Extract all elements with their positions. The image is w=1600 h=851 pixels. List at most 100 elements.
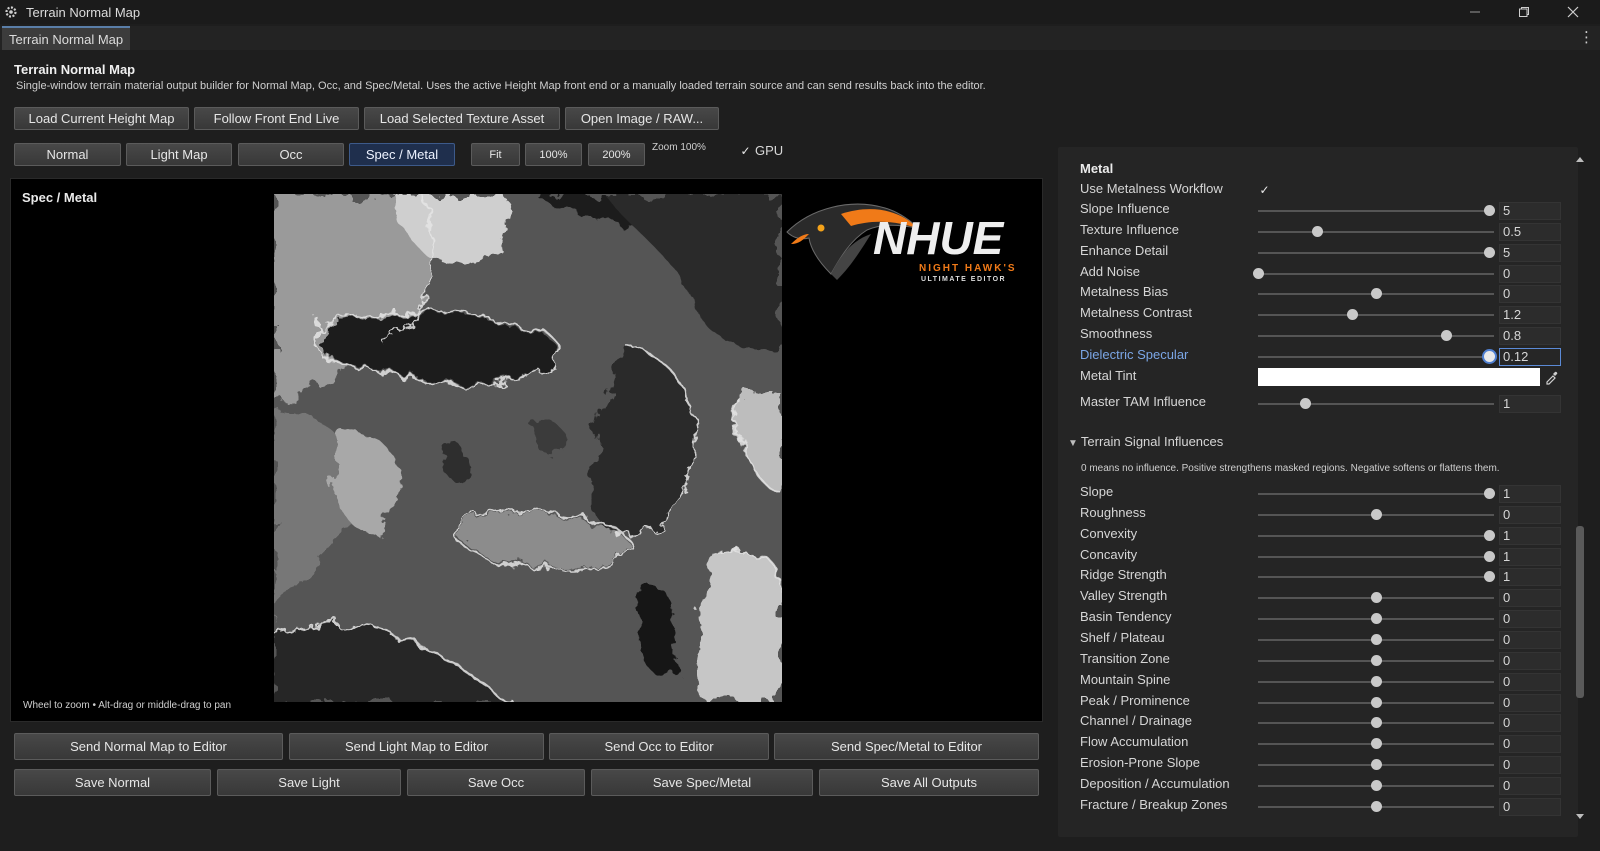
mountain-spine-slider-thumb[interactable] [1370, 675, 1382, 687]
logo-text: NHUE [873, 212, 1005, 264]
basin-tendency-value-field[interactable]: 0 [1499, 610, 1561, 629]
slope-influence-value-field[interactable]: 5 [1499, 202, 1561, 220]
slope-value-field[interactable]: 1 [1499, 485, 1561, 503]
tab-normal[interactable]: Normal [14, 143, 121, 166]
convexity-slider-thumb[interactable] [1483, 529, 1495, 541]
master-tam-influence-value-field[interactable]: 1 [1499, 395, 1561, 413]
save-light-button[interactable]: Save Light [217, 769, 401, 796]
eyedropper-icon[interactable] [1544, 369, 1560, 385]
follow-front-end-live-button[interactable]: Follow Front End Live [194, 107, 359, 130]
deposition-accumulation-value-field[interactable]: 0 [1499, 776, 1561, 795]
peak-prominence-slider-thumb[interactable] [1370, 696, 1382, 708]
slope-slider[interactable] [1258, 493, 1494, 495]
slope-influence-slider-thumb[interactable] [1483, 205, 1495, 216]
metal-tint-swatch[interactable] [1258, 368, 1540, 386]
metalness-contrast-label: Metalness Contrast [1080, 305, 1192, 321]
add-noise-slider-thumb[interactable] [1252, 267, 1264, 279]
channel-drainage-value-field[interactable]: 0 [1499, 714, 1561, 733]
slope-slider-thumb[interactable] [1483, 488, 1495, 499]
properties-scrollbar[interactable] [1574, 150, 1586, 826]
fracture-breakup-zones-value-field[interactable]: 0 [1499, 797, 1561, 816]
transition-zone-label: Transition Zone [1080, 650, 1170, 666]
transition-zone-slider-thumb[interactable] [1370, 654, 1382, 666]
send-normal-map-button[interactable]: Send Normal Map to Editor [14, 733, 283, 760]
add-noise-slider[interactable] [1258, 272, 1494, 275]
mountain-spine-label: Mountain Spine [1080, 671, 1171, 687]
save-normal-button[interactable]: Save Normal [14, 769, 211, 796]
minimize-icon[interactable] [1452, 0, 1498, 24]
save-all-outputs-button[interactable]: Save All Outputs [819, 769, 1039, 796]
metalness-bias-label: Metalness Bias [1080, 284, 1169, 300]
deposition-accumulation-label: Deposition / Accumulation [1080, 775, 1230, 791]
save-occ-button[interactable]: Save Occ [407, 769, 585, 796]
tab-spec-metal[interactable]: Spec / Metal [349, 143, 455, 166]
terrain-signal-influences-header[interactable]: ▼ Terrain Signal Influences [1068, 434, 1223, 449]
convexity-value-field[interactable]: 1 [1499, 526, 1561, 545]
master-tam-influence-slider-thumb[interactable] [1299, 398, 1311, 409]
metalness-contrast-slider[interactable] [1258, 314, 1494, 317]
convexity-slider[interactable] [1258, 534, 1494, 537]
close-icon[interactable] [1550, 0, 1596, 24]
channel-drainage-slider-thumb[interactable] [1370, 717, 1382, 729]
erosion-prone-slope-value-field[interactable]: 0 [1499, 756, 1561, 775]
metalness-bias-slider-thumb[interactable] [1370, 288, 1382, 300]
dielectric-specular-slider[interactable] [1258, 355, 1494, 358]
roughness-slider-thumb[interactable] [1370, 508, 1382, 520]
smoothness-value-field[interactable]: 0.8 [1499, 327, 1561, 346]
smoothness-slider[interactable] [1258, 335, 1494, 338]
send-spec-metal-button[interactable]: Send Spec/Metal to Editor [774, 733, 1039, 760]
send-occ-button[interactable]: Send Occ to Editor [549, 733, 769, 760]
peak-prominence-value-field[interactable]: 0 [1499, 693, 1561, 712]
erosion-prone-slope-slider-thumb[interactable] [1370, 759, 1382, 771]
dielectric-specular-value-field[interactable]: 0.12 [1499, 347, 1561, 366]
texture-influence-slider-thumb[interactable] [1311, 225, 1323, 237]
save-spec-metal-button[interactable]: Save Spec/Metal [591, 769, 813, 796]
tab-terrain-normal-map[interactable]: Terrain Normal Map [2, 26, 131, 50]
valley-strength-value-field[interactable]: 0 [1499, 589, 1561, 608]
tab-light-map[interactable]: Light Map [126, 143, 232, 166]
send-light-map-button[interactable]: Send Light Map to Editor [289, 733, 544, 760]
metalness-workflow-checkbox[interactable]: ✓ [1258, 183, 1271, 197]
flow-accumulation-slider-thumb[interactable] [1370, 738, 1382, 750]
slope-influence-slider[interactable] [1258, 210, 1494, 212]
flow-accumulation-value-field[interactable]: 0 [1499, 735, 1561, 754]
basin-tendency-slider-thumb[interactable] [1370, 613, 1382, 625]
shelf-plateau-slider-thumb[interactable] [1370, 633, 1382, 645]
slope-influence-label: Slope Influence [1080, 201, 1170, 216]
add-noise-value-field[interactable]: 0 [1499, 264, 1561, 283]
mountain-spine-value-field[interactable]: 0 [1499, 672, 1561, 691]
open-image-raw-button[interactable]: Open Image / RAW... [565, 107, 719, 130]
shelf-plateau-value-field[interactable]: 0 [1499, 630, 1561, 649]
zoom-100-button[interactable]: 100% [525, 143, 582, 166]
deposition-accumulation-slider-thumb[interactable] [1370, 779, 1382, 791]
preview-viewport[interactable]: Spec / Metal NHUE NIGHT HAWK'S ULTIMATE … [10, 178, 1043, 722]
restore-icon[interactable] [1501, 0, 1547, 24]
peak-prominence-label: Peak / Prominence [1080, 692, 1190, 708]
texture-influence-slider[interactable] [1258, 230, 1494, 233]
enhance-detail-value-field[interactable]: 5 [1499, 243, 1561, 262]
master-tam-influence-slider[interactable] [1258, 403, 1494, 405]
gpu-checkbox[interactable]: ✓ [739, 144, 752, 158]
ridge-strength-slider[interactable] [1258, 576, 1494, 579]
valley-strength-slider-thumb[interactable] [1370, 592, 1382, 604]
dielectric-specular-slider-thumb[interactable] [1483, 350, 1495, 362]
concavity-value-field[interactable]: 1 [1499, 547, 1561, 566]
kebab-menu-icon[interactable]: ⋮ [1579, 28, 1594, 46]
fracture-breakup-zones-slider-thumb[interactable] [1370, 800, 1382, 812]
load-selected-texture-asset-button[interactable]: Load Selected Texture Asset [364, 107, 560, 130]
texture-influence-value-field[interactable]: 0.5 [1499, 222, 1561, 241]
concavity-slider[interactable] [1258, 555, 1494, 558]
zoom-200-button[interactable]: 200% [588, 143, 645, 166]
load-current-height-map-button[interactable]: Load Current Height Map [14, 107, 189, 130]
tab-occ[interactable]: Occ [238, 143, 344, 166]
enhance-detail-slider-thumb[interactable] [1483, 246, 1495, 258]
concavity-slider-thumb[interactable] [1483, 550, 1495, 562]
zoom-fit-button[interactable]: Fit [471, 143, 520, 166]
roughness-value-field[interactable]: 0 [1499, 505, 1561, 524]
enhance-detail-slider[interactable] [1258, 251, 1494, 254]
ridge-strength-value-field[interactable]: 1 [1499, 568, 1561, 587]
metalness-contrast-value-field[interactable]: 1.2 [1499, 306, 1561, 325]
erosion-prone-slope-label: Erosion-Prone Slope [1080, 755, 1200, 771]
metalness-bias-value-field[interactable]: 0 [1499, 285, 1561, 304]
transition-zone-value-field[interactable]: 0 [1499, 651, 1561, 670]
